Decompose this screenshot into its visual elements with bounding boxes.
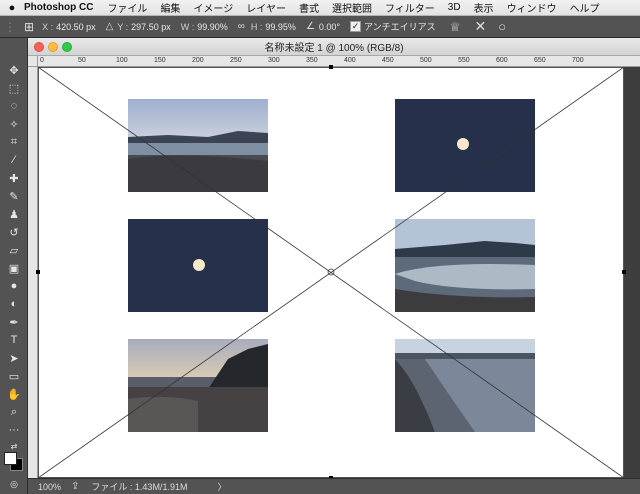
ruler-tick: 300: [268, 57, 280, 64]
pasteboard: [624, 67, 640, 478]
ruler-tick: 600: [496, 57, 508, 64]
menu-help[interactable]: ヘルプ: [570, 0, 600, 15]
ruler-tick: 650: [534, 57, 546, 64]
path-selection-tool-icon[interactable]: ➤: [6, 350, 22, 366]
document-title: 名称未設定 1 @ 100% (RGB/8): [264, 43, 404, 54]
pen-tool-icon[interactable]: ✒: [6, 314, 22, 330]
history-brush-tool-icon[interactable]: ↺: [6, 224, 22, 240]
h-field[interactable]: 99.95%: [265, 22, 296, 32]
zoom-window-button[interactable]: [62, 42, 72, 52]
ruler-tick: 250: [230, 57, 242, 64]
w-label: W :: [180, 21, 195, 32]
marquee-tool-icon[interactable]: ⬚: [6, 80, 22, 96]
antialias-label: アンチエイリアス: [364, 22, 436, 32]
ruler-tick: 0: [40, 57, 44, 64]
horizontal-ruler[interactable]: 0 50 100 150 200 250 300 350 400 450 500…: [38, 56, 640, 67]
more-tools-icon[interactable]: ···: [6, 422, 22, 438]
eraser-tool-icon[interactable]: ▱: [6, 242, 22, 258]
menu-app-name[interactable]: Photoshop CC: [24, 2, 93, 13]
x-label: X :: [42, 21, 54, 32]
angle-icon: ∠: [305, 21, 315, 32]
x-field[interactable]: 420.50 px: [56, 22, 96, 32]
ruler-origin[interactable]: [28, 56, 38, 67]
h-label: H :: [250, 21, 263, 32]
foreground-color-swatch[interactable]: [4, 452, 17, 465]
width-group: W : 99.90%: [181, 22, 228, 32]
y-label: Y :: [117, 21, 129, 32]
angle-field[interactable]: 0.00: [319, 22, 337, 32]
rectangle-tool-icon[interactable]: ▭: [6, 368, 22, 384]
y-position-group: Y : 297.50 px: [117, 22, 170, 32]
ruler-tick: 200: [192, 57, 204, 64]
y-field[interactable]: 297.50 px: [131, 22, 171, 32]
share-icon[interactable]: ⇪: [71, 481, 79, 492]
menu-select[interactable]: 選択範囲: [332, 0, 372, 15]
x-position-group: X : 420.50 px: [42, 22, 96, 32]
document-title-bar: 名称未設定 1 @ 100% (RGB/8): [28, 38, 640, 56]
ruler-tick: 700: [572, 57, 584, 64]
grip-icon: ⋮: [4, 19, 16, 34]
blur-tool-icon[interactable]: ●: [6, 278, 22, 294]
ruler-tick: 150: [154, 57, 166, 64]
ruler-tick: 450: [382, 57, 394, 64]
close-window-button[interactable]: [34, 42, 44, 52]
dodge-tool-icon[interactable]: ◐: [6, 296, 22, 312]
move-tool-icon[interactable]: ✥: [6, 62, 22, 78]
quick-mask-icon[interactable]: ◎: [6, 476, 22, 492]
lasso-tool-icon[interactable]: ◌: [6, 98, 22, 114]
menu-image[interactable]: イメージ: [193, 0, 233, 15]
menu-bar: ● Photoshop CC ファイル 編集 イメージ レイヤー 書式 選択範囲…: [0, 0, 640, 16]
tools-panel: ✥ ⬚ ◌ ✧ ⌗ ⁄ ✚ ✎ ♟ ↺ ▱ ▣ ● ◐ ✒ T ➤ ▭ ✋ ⌕ …: [0, 38, 28, 494]
menu-edit[interactable]: 編集: [160, 0, 180, 15]
ruler-tick: 500: [420, 57, 432, 64]
file-size-info[interactable]: ファイル : 1.43M/1.91M: [91, 480, 187, 493]
minimize-window-button[interactable]: [48, 42, 58, 52]
reference-point-icon[interactable]: ⊞: [24, 20, 34, 34]
transform-handle-left[interactable]: [36, 270, 40, 274]
hand-tool-icon[interactable]: ✋: [6, 386, 22, 402]
menu-type[interactable]: 書式: [299, 0, 319, 15]
menu-3d[interactable]: 3D: [448, 2, 461, 13]
warp-icon[interactable]: ♕: [450, 20, 461, 34]
menu-file[interactable]: ファイル: [107, 0, 147, 15]
eyedropper-tool-icon[interactable]: ⁄: [6, 152, 22, 168]
gradient-tool-icon[interactable]: ▣: [6, 260, 22, 276]
ruler-tick: 400: [344, 57, 356, 64]
ruler-tick: 350: [306, 57, 318, 64]
status-menu-arrow[interactable]: 〉: [217, 480, 226, 493]
menu-view[interactable]: 表示: [474, 0, 494, 15]
menu-layer[interactable]: レイヤー: [246, 0, 286, 15]
magic-wand-tool-icon[interactable]: ✧: [6, 116, 22, 132]
ruler-tick: 50: [78, 57, 86, 64]
brush-tool-icon[interactable]: ✎: [6, 188, 22, 204]
antialias-group: ✓ アンチエイリアス: [350, 20, 436, 33]
cancel-icon[interactable]: ✕: [474, 18, 486, 35]
height-group: H : 99.95%: [251, 22, 296, 32]
angle-group: 0.00 °: [319, 22, 340, 32]
menu-window[interactable]: ウィンドウ: [507, 0, 557, 15]
transform-bounding-box[interactable]: [38, 67, 624, 478]
antialias-checkbox[interactable]: ✓: [350, 21, 362, 32]
relative-position-icon[interactable]: △: [106, 21, 114, 32]
ruler-tick: 100: [116, 57, 128, 64]
angle-unit: °: [336, 21, 341, 32]
zoom-level[interactable]: 100%: [38, 482, 61, 492]
transform-handle-right[interactable]: [622, 270, 626, 274]
type-tool-icon[interactable]: T: [6, 332, 22, 348]
stamp-tool-icon[interactable]: ♟: [6, 206, 22, 222]
zoom-tool-icon[interactable]: ⌕: [6, 404, 22, 420]
transform-handle-top[interactable]: [329, 65, 333, 69]
menu-filter[interactable]: フィルター: [385, 0, 435, 15]
apple-menu-icon[interactable]: ●: [0, 2, 24, 14]
status-bar: 100% ⇪ ファイル : 1.43M/1.91M 〉: [28, 478, 640, 494]
ruler-tick: 550: [458, 57, 470, 64]
link-icon[interactable]: ∞: [238, 21, 245, 32]
crop-tool-icon[interactable]: ⌗: [6, 134, 22, 150]
w-field[interactable]: 99.90%: [197, 22, 228, 32]
healing-brush-tool-icon[interactable]: ✚: [6, 170, 22, 186]
commit-icon[interactable]: ○: [498, 19, 506, 34]
options-bar: ⋮ ⊞ X : 420.50 px △ Y : 297.50 px W : 99…: [0, 16, 640, 38]
